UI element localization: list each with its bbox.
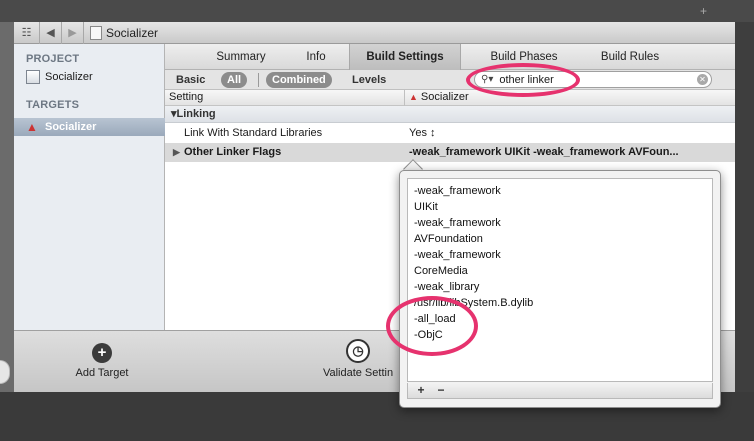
related-files-icon[interactable]: ☷ <box>14 21 40 44</box>
filter-levels-button[interactable]: Levels <box>346 72 392 88</box>
highlight-oval-search <box>466 63 580 97</box>
setting-row-selected[interactable]: ▶ Other Linker Flags -weak_framework UIK… <box>165 143 735 162</box>
column-divider[interactable] <box>404 90 405 106</box>
back-arrow-icon[interactable]: ◀ <box>40 21 62 44</box>
add-flag-button[interactable]: + <box>412 383 430 398</box>
targets-header: TARGETS <box>26 99 80 111</box>
sidebar-item-project[interactable]: Socializer <box>26 70 93 84</box>
highlight-oval-flags <box>386 296 478 356</box>
settings-filter-bar: Basic All Combined Levels ⚲▾ other linke… <box>165 70 735 90</box>
window-left-edge <box>0 22 14 392</box>
window-right-edge <box>735 22 754 441</box>
project-file-icon <box>90 25 102 40</box>
tab-build-settings[interactable]: Build Settings <box>349 44 461 70</box>
add-target-button[interactable]: + Add Target <box>70 343 134 379</box>
setting-column-header[interactable]: Setting <box>169 91 203 103</box>
project-navigator: PROJECT Socializer TARGETS ▲ Socializer <box>14 44 165 330</box>
window-top-edge <box>0 0 754 22</box>
setting-name: Link With Standard Libraries <box>184 127 323 139</box>
app-target-icon: ▲ <box>26 120 38 134</box>
section-title: Linking <box>176 108 216 120</box>
project-header: PROJECT <box>26 53 80 65</box>
remove-flag-button[interactable]: − <box>432 383 450 398</box>
window-resize-icon[interactable]: + <box>700 4 707 18</box>
add-icon: + <box>92 343 112 363</box>
forward-arrow-icon[interactable]: ▶ <box>62 21 84 44</box>
list-item[interactable]: UIKit <box>414 201 438 213</box>
filter-all-button[interactable]: All <box>221 72 248 88</box>
setting-row[interactable]: Link With Standard Libraries Yes ↕ <box>165 124 735 143</box>
validate-settings-button[interactable]: ◷ Validate Settin <box>318 339 398 379</box>
list-item[interactable]: AVFoundation <box>414 233 483 245</box>
sidebar-item-label: Socializer <box>45 121 97 133</box>
list-item[interactable]: CoreMedia <box>414 265 468 277</box>
linker-flags-popover: -weak_framework UIKit -weak_framework AV… <box>399 170 721 408</box>
disclosure-right-icon[interactable]: ▶ <box>173 143 180 162</box>
app-target-icon: ▲ <box>409 92 418 102</box>
section-header-linking[interactable]: ▾Linking <box>165 106 735 123</box>
popover-footer: + − <box>407 383 713 399</box>
tab-info[interactable]: Info <box>293 44 339 70</box>
setting-value[interactable]: -weak_framework UIKit -weak_framework AV… <box>409 143 679 162</box>
filter-divider <box>258 73 259 87</box>
clock-icon: ◷ <box>346 339 370 363</box>
list-item[interactable]: -weak_library <box>414 281 479 293</box>
list-item[interactable]: -weak_framework <box>414 249 501 261</box>
tab-build-rules[interactable]: Build Rules <box>585 44 675 70</box>
list-item[interactable]: -weak_framework <box>414 185 501 197</box>
list-item[interactable]: -weak_framework <box>414 217 501 229</box>
add-target-label: Add Target <box>75 367 129 379</box>
target-column-label: Socializer <box>420 91 469 103</box>
column-header-row: Setting ▲ Socializer <box>165 90 735 106</box>
target-column-header[interactable]: ▲ Socializer <box>409 91 469 103</box>
clear-search-icon[interactable]: ✕ <box>697 74 708 85</box>
tab-summary[interactable]: Summary <box>201 44 281 70</box>
filter-basic-button[interactable]: Basic <box>170 72 211 88</box>
breadcrumb-project[interactable]: Socializer <box>106 26 158 40</box>
sidebar-item-label: Socializer <box>45 71 93 83</box>
project-icon <box>26 70 40 84</box>
validate-settings-label: Validate Settin <box>322 367 394 379</box>
editor-tab-bar: Summary Info Build Settings Build Phases… <box>165 44 735 70</box>
setting-name: Other Linker Flags <box>184 146 282 158</box>
breadcrumb[interactable]: Socializer <box>90 25 158 40</box>
filter-combined-button[interactable]: Combined <box>266 72 332 88</box>
setting-value[interactable]: Yes ↕ <box>409 124 436 143</box>
sidebar-item-target[interactable]: ▲ Socializer <box>26 118 96 136</box>
jump-bar: ☷ ◀ ▶ Socializer <box>14 21 735 44</box>
